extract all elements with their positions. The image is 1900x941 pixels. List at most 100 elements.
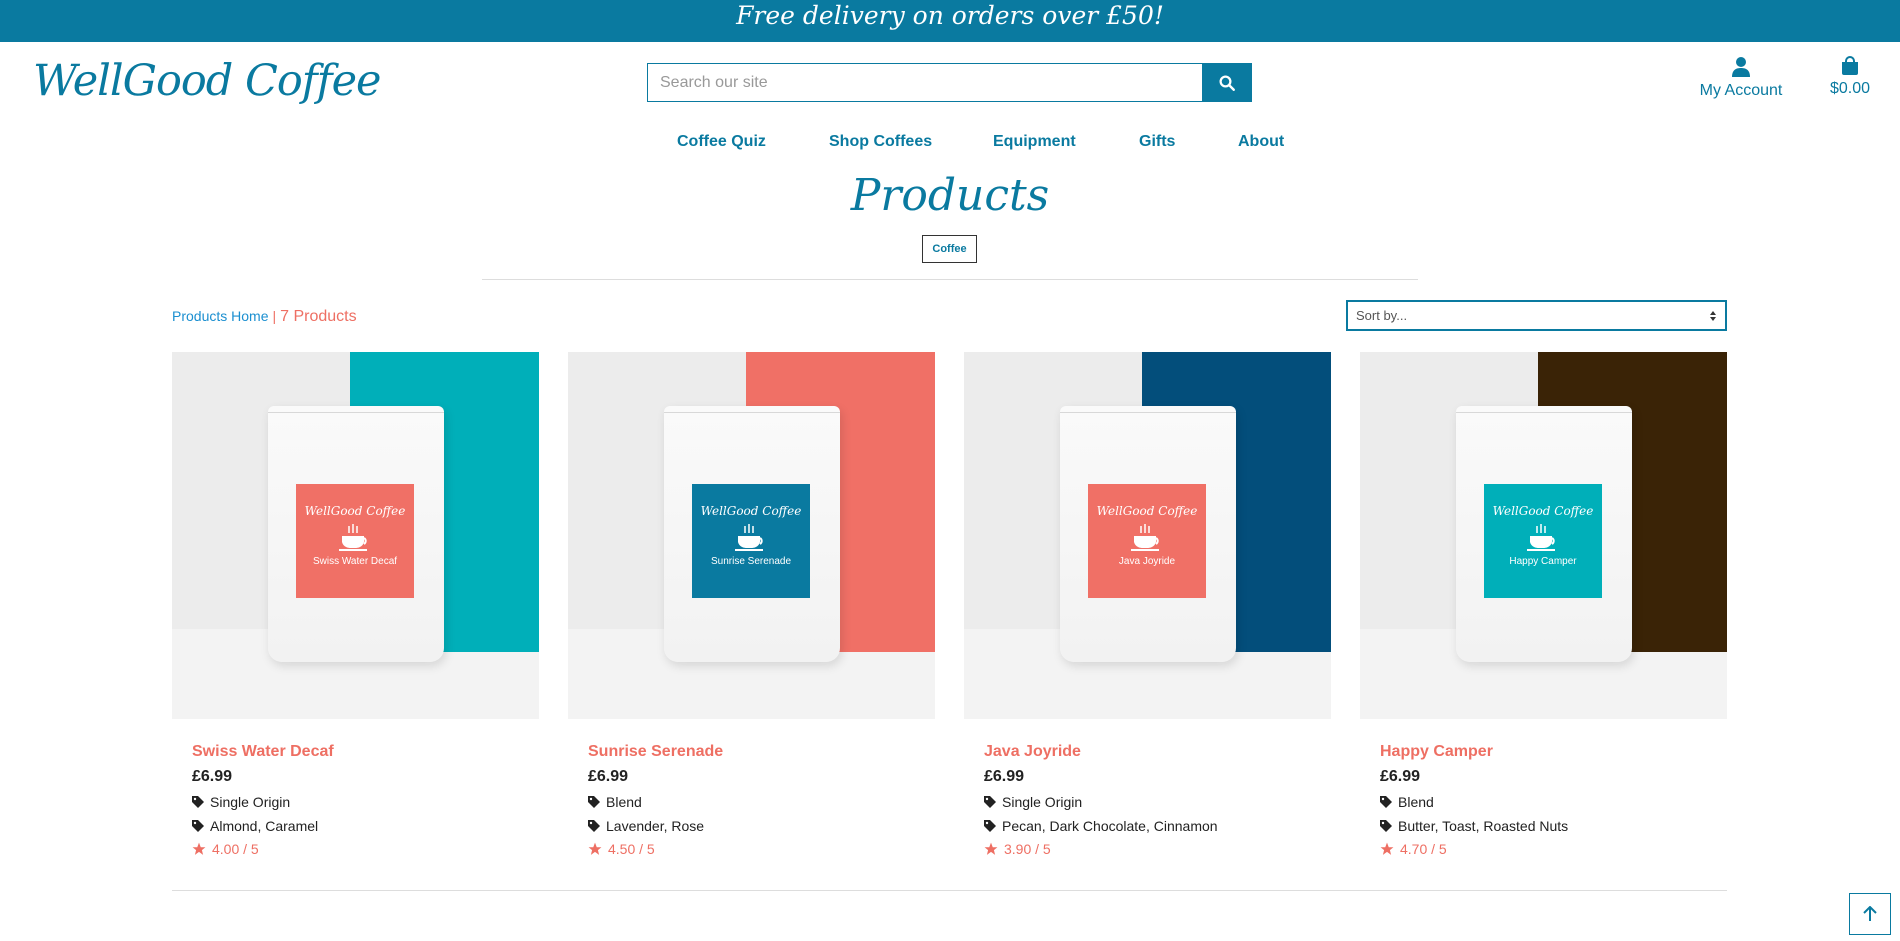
product-type-text: Blend bbox=[1398, 794, 1434, 810]
star-icon bbox=[192, 842, 206, 855]
tag-icon bbox=[588, 820, 600, 832]
search-bar bbox=[647, 63, 1252, 102]
product-image[interactable]: WellGood Coffee Java Joyride bbox=[964, 352, 1331, 719]
product-image[interactable]: WellGood Coffee Happy Camper bbox=[1360, 352, 1727, 719]
divider bbox=[172, 890, 1727, 891]
product-name[interactable]: Sunrise Serenade bbox=[588, 743, 935, 761]
product-rating: 4.00 / 5 bbox=[192, 841, 539, 857]
nav-gifts[interactable]: Gifts bbox=[1139, 133, 1175, 151]
tag-icon bbox=[984, 796, 996, 808]
pouch-label: WellGood Coffee Java Joyride bbox=[1088, 484, 1206, 598]
product-rating: 4.50 / 5 bbox=[588, 841, 935, 857]
product-image[interactable]: WellGood Coffee Sunrise Serenade bbox=[568, 352, 935, 719]
my-account-label: My Account bbox=[1699, 82, 1783, 99]
divider bbox=[482, 279, 1418, 280]
promo-banner: Free delivery on orders over £50! bbox=[0, 0, 1900, 42]
label-brand: WellGood Coffee bbox=[1096, 504, 1198, 518]
product-notes-text: Lavender, Rose bbox=[606, 818, 705, 834]
breadcrumb-products-home[interactable]: Products Home bbox=[172, 308, 268, 324]
pouch-label: WellGood Coffee Swiss Water Decaf bbox=[296, 484, 414, 598]
product-notes: Almond, Caramel bbox=[192, 818, 539, 834]
product-name[interactable]: Happy Camper bbox=[1380, 743, 1727, 761]
search-icon bbox=[1219, 75, 1235, 91]
shopping-bag-icon bbox=[1842, 56, 1858, 75]
product-rating-text: 4.70 / 5 bbox=[1400, 841, 1447, 857]
product-name[interactable]: Java Joyride bbox=[984, 743, 1331, 761]
product-type: Single Origin bbox=[192, 794, 539, 810]
product-image[interactable]: WellGood Coffee Swiss Water Decaf bbox=[172, 352, 539, 719]
search-input[interactable] bbox=[647, 63, 1202, 102]
tag-icon bbox=[588, 796, 600, 808]
pouch-label: WellGood Coffee Sunrise Serenade bbox=[692, 484, 810, 598]
pouch-label: WellGood Coffee Happy Camper bbox=[1484, 484, 1602, 598]
label-brand: WellGood Coffee bbox=[304, 504, 406, 518]
star-icon bbox=[1380, 842, 1394, 855]
product-rating-text: 3.90 / 5 bbox=[1004, 841, 1051, 857]
pouch-zip bbox=[664, 412, 840, 413]
tag-icon bbox=[1380, 796, 1392, 808]
star-icon bbox=[588, 842, 602, 855]
label-product-name: Sunrise Serenade bbox=[710, 556, 792, 567]
product-card[interactable]: WellGood Coffee Swiss Water Decaf Swiss … bbox=[172, 352, 539, 857]
product-notes-text: Pecan, Dark Chocolate, Cinnamon bbox=[1002, 818, 1218, 834]
nav-about[interactable]: About bbox=[1238, 133, 1284, 151]
cart-link[interactable]: $0.00 bbox=[1820, 56, 1880, 98]
cart-total: $0.00 bbox=[1829, 80, 1871, 97]
label-product-name: Happy Camper bbox=[1509, 556, 1577, 567]
product-card[interactable]: WellGood Coffee Sunrise Serenade Sunrise… bbox=[568, 352, 935, 857]
coffee-cup-icon bbox=[1527, 524, 1555, 551]
nav-shop-coffees[interactable]: Shop Coffees bbox=[829, 133, 932, 151]
nav-coffee-quiz[interactable]: Coffee Quiz bbox=[677, 133, 766, 151]
pouch-zip bbox=[1060, 412, 1236, 413]
product-count: 7 Products bbox=[280, 308, 357, 325]
pouch-zip bbox=[1456, 412, 1632, 413]
label-brand: WellGood Coffee bbox=[700, 504, 802, 518]
coffee-cup-icon bbox=[735, 524, 763, 551]
product-rating-text: 4.50 / 5 bbox=[608, 841, 655, 857]
tag-icon bbox=[192, 820, 204, 832]
arrow-up-icon bbox=[1863, 906, 1877, 921]
coffee-cup-icon bbox=[1131, 524, 1159, 551]
nav-equipment[interactable]: Equipment bbox=[993, 133, 1076, 151]
main-nav: Coffee Quiz Shop Coffees Equipment Gifts… bbox=[0, 133, 1900, 153]
back-to-top-button[interactable] bbox=[1849, 893, 1891, 935]
product-type-text: Single Origin bbox=[1002, 794, 1083, 810]
sort-select[interactable]: Sort by... bbox=[1346, 300, 1727, 331]
product-price: £6.99 bbox=[588, 768, 629, 785]
product-type-text: Single Origin bbox=[210, 794, 291, 810]
category-chip-coffee[interactable]: Coffee bbox=[922, 235, 977, 263]
search-button[interactable] bbox=[1202, 63, 1252, 102]
page-title: Products bbox=[850, 170, 1050, 221]
product-notes: Lavender, Rose bbox=[588, 818, 935, 834]
sort-select-value: Sort by... bbox=[1356, 308, 1408, 323]
tag-icon bbox=[192, 796, 204, 808]
product-rating-text: 4.00 / 5 bbox=[212, 841, 259, 857]
pouch-zip bbox=[268, 412, 444, 413]
product-type: Blend bbox=[588, 794, 935, 810]
product-notes: Pecan, Dark Chocolate, Cinnamon bbox=[984, 818, 1331, 834]
breadcrumb: Products Home | 7 Products bbox=[172, 308, 357, 326]
tag-icon bbox=[984, 820, 996, 832]
breadcrumb-separator: | bbox=[272, 308, 277, 324]
label-product-name: Java Joyride bbox=[1118, 556, 1176, 567]
product-type-text: Blend bbox=[606, 794, 642, 810]
product-card[interactable]: WellGood Coffee Happy Camper Happy Campe… bbox=[1360, 352, 1727, 857]
label-product-name: Swiss Water Decaf bbox=[312, 556, 398, 567]
product-name[interactable]: Swiss Water Decaf bbox=[192, 743, 539, 761]
product-notes: Butter, Toast, Roasted Nuts bbox=[1380, 818, 1727, 834]
product-rating: 3.90 / 5 bbox=[984, 841, 1331, 857]
product-type: Single Origin bbox=[984, 794, 1331, 810]
product-type: Blend bbox=[1380, 794, 1727, 810]
user-icon bbox=[1732, 57, 1750, 77]
product-price: £6.99 bbox=[984, 768, 1025, 785]
site-logo[interactable]: WellGood Coffee bbox=[33, 56, 381, 106]
coffee-cup-icon bbox=[339, 524, 367, 551]
select-arrows-icon bbox=[1710, 310, 1716, 321]
label-brand: WellGood Coffee bbox=[1492, 504, 1594, 518]
product-notes-text: Almond, Caramel bbox=[210, 818, 319, 834]
tag-icon bbox=[1380, 820, 1392, 832]
my-account-link[interactable]: My Account bbox=[1696, 56, 1786, 100]
product-price: £6.99 bbox=[1380, 768, 1421, 785]
product-rating: 4.70 / 5 bbox=[1380, 841, 1727, 857]
product-card[interactable]: WellGood Coffee Java Joyride Java Joyrid… bbox=[964, 352, 1331, 857]
